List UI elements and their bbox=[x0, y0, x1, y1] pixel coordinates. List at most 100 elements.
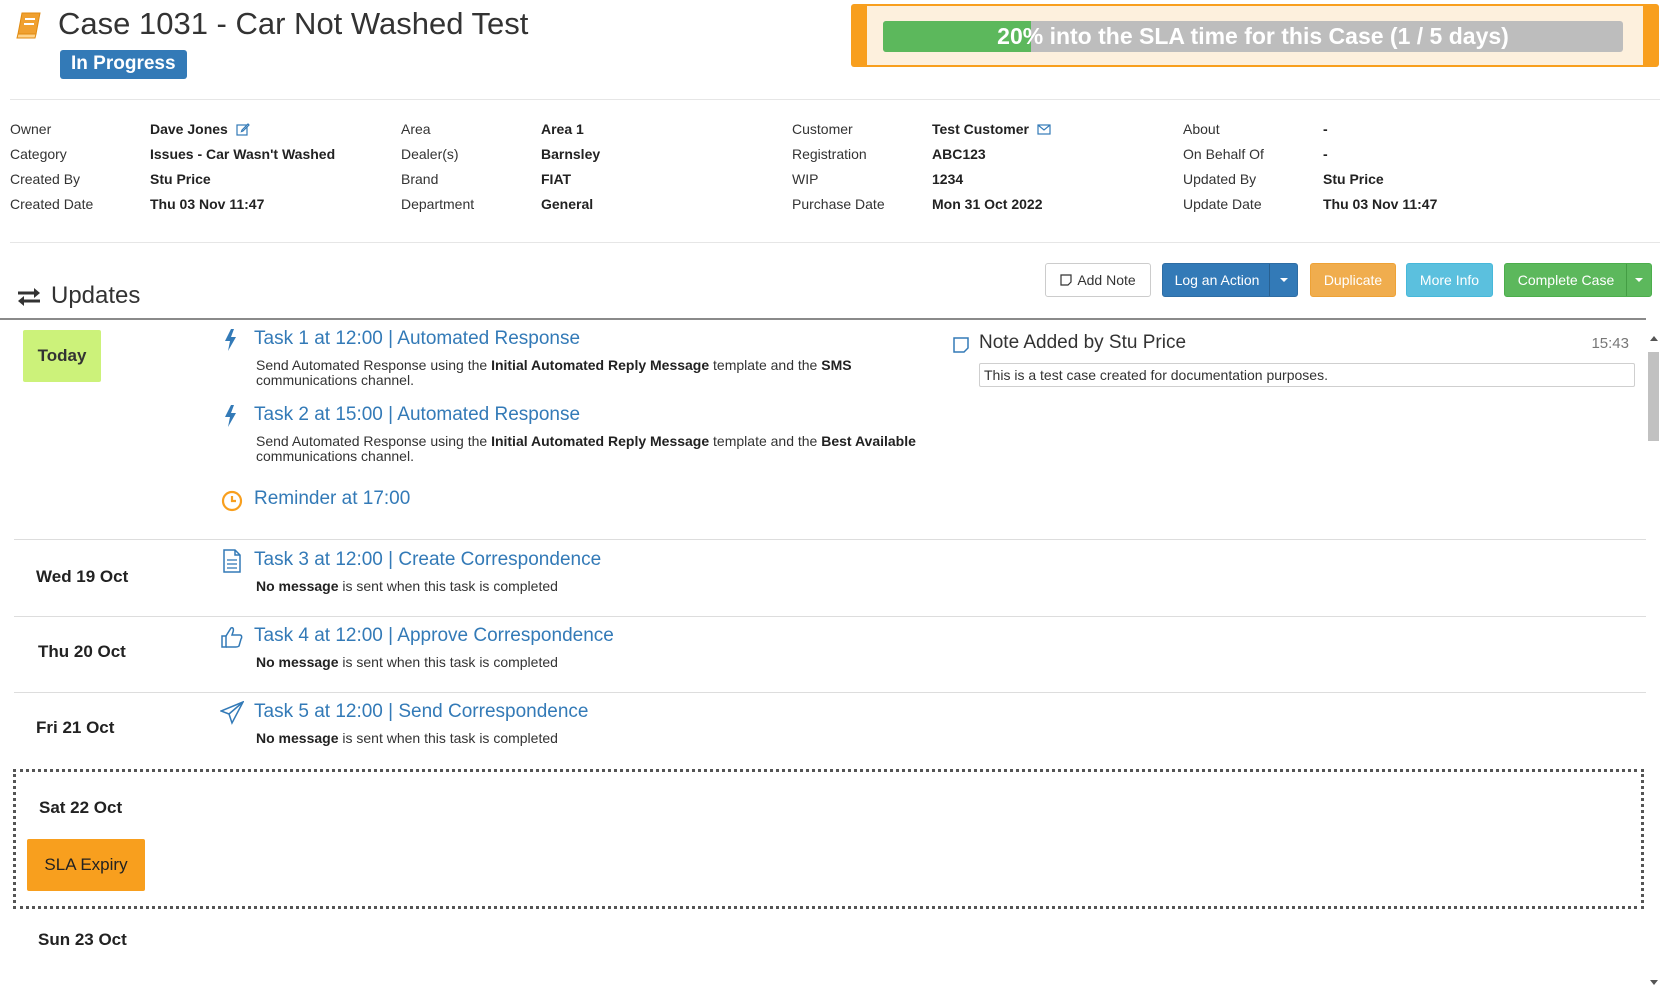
note-icon bbox=[953, 337, 969, 353]
desc-channel: Best Available bbox=[821, 433, 916, 449]
detail-updated-by: Updated By Stu Price bbox=[1183, 168, 1603, 193]
desc-text: communications channel. bbox=[256, 372, 414, 388]
desc-emphasis: No message bbox=[256, 730, 339, 746]
note-icon bbox=[1060, 274, 1072, 286]
owner-value: Dave Jones bbox=[150, 121, 228, 137]
detail-label: Registration bbox=[792, 146, 867, 162]
log-action-dropdown-toggle[interactable] bbox=[1269, 264, 1297, 296]
detail-value: Stu Price bbox=[1323, 171, 1384, 187]
detail-created-by: Created By Stu Price bbox=[10, 168, 430, 193]
scroll-up-icon[interactable] bbox=[1650, 336, 1658, 341]
details-column-4: About - On Behalf Of - Updated By Stu Pr… bbox=[1183, 118, 1603, 218]
sla-progress-panel: 20% into the SLA time for this Case (1 /… bbox=[851, 4, 1659, 67]
task-title-link[interactable]: Task 5 at 12:00 | Send Correspondence bbox=[254, 701, 589, 723]
day-label: Wed 19 Oct bbox=[36, 567, 129, 586]
detail-value: Issues - Car Wasn't Washed bbox=[150, 146, 336, 162]
case-header: Case 1031 - Car Not Washed Test In Progr… bbox=[0, 0, 1675, 100]
log-action-button[interactable]: Log an Action bbox=[1162, 263, 1298, 297]
detail-department: Department General bbox=[401, 193, 821, 218]
scroll-down-icon[interactable] bbox=[1650, 980, 1658, 985]
task-title-link[interactable]: Task 2 at 15:00 | Automated Response bbox=[254, 404, 580, 426]
envelope-icon[interactable] bbox=[1037, 122, 1051, 136]
note-time: 15:43 bbox=[1591, 335, 1629, 352]
divider bbox=[10, 99, 1660, 100]
page-title: Case 1031 - Car Not Washed Test bbox=[58, 6, 529, 41]
divider bbox=[10, 242, 1660, 243]
lightning-icon bbox=[225, 405, 236, 427]
detail-label: Update Date bbox=[1183, 196, 1262, 212]
complete-case-dropdown-toggle[interactable] bbox=[1626, 264, 1651, 296]
detail-brand: Brand FIAT bbox=[401, 168, 821, 193]
details-column-3: Customer Test Customer Registration ABC1… bbox=[792, 118, 1212, 218]
detail-customer: Customer Test Customer bbox=[792, 118, 1212, 143]
task-description: No message is sent when this task is com… bbox=[256, 655, 936, 670]
detail-label: About bbox=[1183, 121, 1220, 137]
add-note-button[interactable]: Add Note bbox=[1045, 263, 1151, 297]
reminder-title-link[interactable]: Reminder at 17:00 bbox=[254, 488, 410, 510]
detail-label: Created Date bbox=[10, 196, 94, 212]
task-description: Send Automated Response using the Initia… bbox=[256, 358, 936, 388]
detail-update-date: Update Date Thu 03 Nov 11:47 bbox=[1183, 193, 1603, 218]
detail-value: Area 1 bbox=[541, 121, 584, 137]
clock-icon bbox=[221, 490, 243, 512]
day-divider bbox=[14, 539, 1646, 540]
detail-label: Department bbox=[401, 196, 475, 212]
desc-text: template and the bbox=[709, 357, 822, 373]
detail-value: General bbox=[541, 196, 594, 212]
exchange-arrows-icon bbox=[18, 288, 40, 306]
detail-category: Category Issues - Car Wasn't Washed bbox=[10, 143, 430, 168]
scroll-thumb[interactable] bbox=[1648, 352, 1659, 441]
detail-registration: Registration ABC123 bbox=[792, 143, 1212, 168]
detail-wip: WIP 1234 bbox=[792, 168, 1212, 193]
desc-text: is sent when this task is completed bbox=[338, 730, 558, 746]
more-info-button[interactable]: More Info bbox=[1406, 263, 1493, 297]
updates-heading: Updates bbox=[51, 282, 141, 309]
detail-label: Brand bbox=[401, 171, 439, 187]
duplicate-button[interactable]: Duplicate bbox=[1310, 263, 1396, 297]
day-label: Thu 20 Oct bbox=[38, 642, 126, 661]
desc-channel: SMS bbox=[821, 357, 852, 373]
book-icon bbox=[16, 12, 41, 39]
log-action-label: Log an Action bbox=[1174, 272, 1260, 288]
desc-text: Send Automated Response using the bbox=[256, 357, 492, 373]
caret-down-icon bbox=[1635, 278, 1643, 282]
detail-label: Dealer(s) bbox=[401, 146, 459, 162]
desc-text: Send Automated Response using the bbox=[256, 433, 492, 449]
detail-label: Area bbox=[401, 121, 431, 137]
desc-template: Initial Automated Reply Message bbox=[491, 433, 710, 449]
day-divider bbox=[14, 616, 1646, 617]
desc-text: is sent when this task is completed bbox=[338, 578, 558, 594]
updates-timeline[interactable]: Today Task 1 at 12:00 | Automated Respon… bbox=[0, 320, 1646, 1000]
detail-label: WIP bbox=[792, 171, 819, 187]
day-label: Sun 23 Oct bbox=[38, 930, 127, 949]
detail-label: Owner bbox=[10, 121, 52, 137]
task-title-link[interactable]: Task 4 at 12:00 | Approve Correspondence bbox=[254, 625, 614, 647]
today-badge: Today bbox=[23, 330, 101, 382]
edit-icon[interactable] bbox=[236, 122, 250, 136]
detail-about: About - bbox=[1183, 118, 1603, 143]
detail-value: 1234 bbox=[932, 171, 964, 187]
detail-value: ABC123 bbox=[932, 146, 986, 162]
detail-value: Barnsley bbox=[541, 146, 601, 162]
complete-case-button[interactable]: Complete Case bbox=[1504, 263, 1652, 297]
detail-value: - bbox=[1323, 146, 1328, 162]
day-label: Sat 22 Oct bbox=[39, 798, 123, 817]
detail-value: FIAT bbox=[541, 171, 572, 187]
detail-value: - bbox=[1323, 121, 1328, 137]
desc-text: template and the bbox=[709, 433, 822, 449]
customer-value: Test Customer bbox=[932, 121, 1029, 137]
timeline-scrollbar[interactable] bbox=[1646, 330, 1662, 990]
caret-down-icon bbox=[1279, 278, 1288, 282]
desc-emphasis: No message bbox=[256, 578, 339, 594]
task-title-link[interactable]: Task 1 at 12:00 | Automated Response bbox=[254, 328, 580, 350]
desc-text: communications channel. bbox=[256, 448, 414, 464]
detail-label: Category bbox=[10, 146, 67, 162]
thumbs-up-icon bbox=[221, 627, 243, 648]
detail-area: Area Area 1 bbox=[401, 118, 821, 143]
complete-case-label: Complete Case bbox=[1517, 272, 1615, 288]
desc-emphasis: No message bbox=[256, 654, 339, 670]
task-title-link[interactable]: Task 3 at 12:00 | Create Correspondence bbox=[254, 549, 601, 571]
add-note-label: Add Note bbox=[1077, 272, 1136, 288]
detail-value: Thu 03 Nov 11:47 bbox=[150, 196, 265, 212]
day-divider bbox=[14, 692, 1646, 693]
